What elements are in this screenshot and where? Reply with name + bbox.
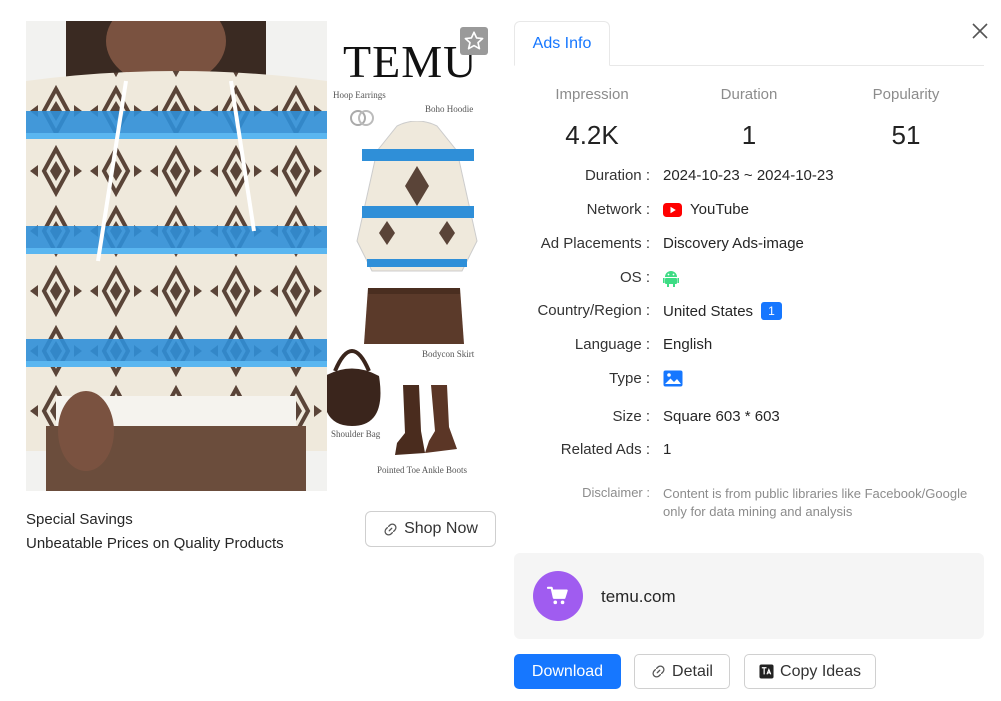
country-count-badge[interactable]: 1 [761,302,782,320]
detail-country: Country/Region : United States 1 [0,302,1001,326]
stats-row: Impression 4.2K Duration 1 Popularity 51 [514,86,984,156]
stat-label: Popularity [872,86,940,103]
youtube-icon [663,202,682,217]
country-name: United States [663,302,754,320]
detail-value [663,269,679,287]
shop-now-label: Shop Now [404,520,478,537]
detail-related-ads: Related Ads : 1 [0,441,1001,465]
stat-label: Duration [720,86,778,103]
detail-network: Network : YouTube [0,201,1001,225]
download-button[interactable]: Download [514,654,621,689]
advertiser-card[interactable]: temu.com [514,553,984,639]
detail-key: Network : [586,201,650,218]
link-icon [384,522,397,536]
disclaimer-text: Content is from public libraries like Fa… [663,486,968,519]
tab-bar: Ads Info [514,21,984,66]
detail-key: Country/Region : [537,302,650,319]
detail-key: Related Ads : [560,441,650,458]
brand-logo: TEMU [343,36,478,87]
android-icon [663,271,679,287]
detail-key: Duration : [584,167,650,184]
detail-value: Discovery Ads-image [663,235,804,252]
copy-ideas-label: Copy Ideas [780,662,861,680]
detail-key: OS : [619,269,650,286]
shop-now-button[interactable]: Shop Now [365,511,496,547]
detail-duration: Duration : 2024-10-23 ~ 2024-10-23 [0,167,1001,191]
link-icon [652,665,665,678]
detail-key: Language : [574,336,650,353]
advertiser-avatar [533,571,583,621]
stat-value: 4.2K [565,120,619,150]
stat-popularity: Popularity 51 [828,86,984,151]
detail-value: United States 1 [663,302,782,320]
detail-value: Square 603 * 603 [663,408,780,425]
detail-button[interactable]: Detail [634,654,730,689]
translate-icon [759,664,774,679]
detail-os: OS : [0,269,1001,293]
ad-headline: Special Savings [26,511,133,528]
disclaimer-key: Disclaimer : [582,485,650,500]
detail-value: English [663,336,713,353]
detail-value [663,370,683,387]
tab-ads-info[interactable]: Ads Info [514,21,610,66]
caption-hoodie: Boho Hoodie [425,104,474,114]
network-name: YouTube [690,201,749,218]
favorite-button[interactable] [460,27,488,55]
copy-ideas-button[interactable]: Copy Ideas [744,654,876,689]
detail-language: Language : English [0,336,1001,360]
detail-value: 2024-10-23 ~ 2024-10-23 [663,167,834,184]
detail-ad-placements: Ad Placements : Discovery Ads-image [0,235,1001,259]
image-icon [663,370,683,387]
stat-value: 51 [891,120,921,150]
stat-value: 1 [741,120,757,150]
ad-description: Unbeatable Prices on Quality Products [26,535,284,552]
detail-key: Size : [612,408,650,425]
detail-type: Type : [0,370,1001,394]
detail-value: YouTube [663,201,749,218]
advertiser-domain[interactable]: temu.com [601,587,676,607]
caption-boots: Pointed Toe Ankle Boots [377,465,467,475]
detail-key: Type : [609,370,650,387]
detail-size: Size : Square 603 * 603 [0,408,1001,432]
stat-impression: Impression 4.2K [514,86,670,151]
ad-copy: Special Savings Unbeatable Prices on Qua… [26,508,284,556]
stat-duration: Duration 1 [671,86,827,151]
download-label: Download [531,662,604,680]
star-icon [464,31,484,50]
detail-label: Detail [672,662,713,680]
detail-value: 1 [663,441,672,458]
caption-earrings: Hoop Earrings [333,90,386,100]
detail-key: Ad Placements : [540,235,650,252]
shopping-cart-icon [547,586,568,605]
stat-label: Impression [555,86,629,103]
